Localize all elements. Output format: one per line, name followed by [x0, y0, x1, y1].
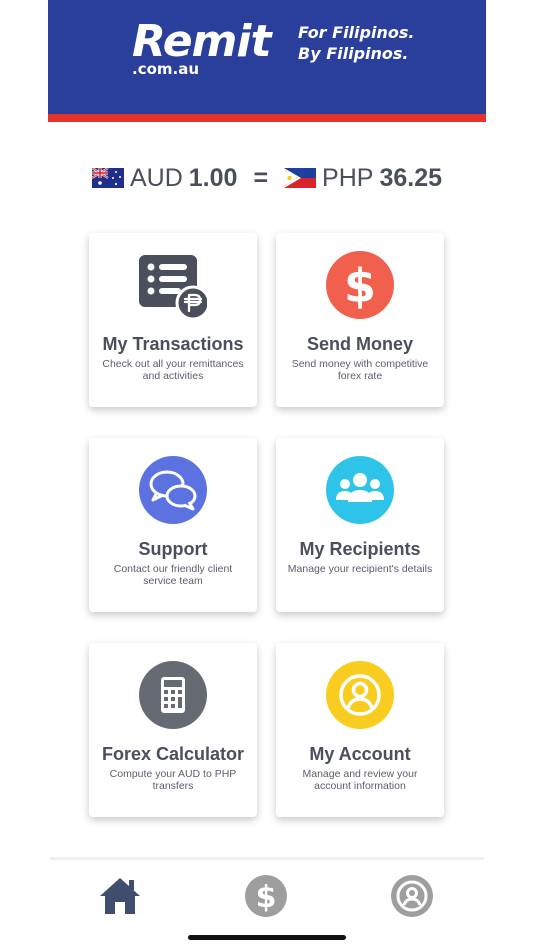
tagline: For Filipinos. By Filipinos. [298, 22, 414, 64]
tagline-line-2: By Filipinos. [298, 44, 409, 63]
tagline-line-1: For Filipinos. [298, 23, 415, 42]
svg-text:$: $ [256, 880, 277, 915]
logo[interactable]: Remit .com.au For Filipinos. By Filipino… [132, 18, 422, 82]
chat-bubbles-icon [139, 456, 207, 524]
card-title: My Account [309, 744, 411, 764]
calculator-icon [139, 661, 207, 729]
bottom-nav: $ [50, 857, 484, 927]
card-title: Support [138, 539, 208, 559]
dollar-icon: $ [326, 251, 394, 319]
home-icon[interactable] [98, 874, 142, 918]
card-title: Send Money [306, 334, 413, 354]
send-money-card[interactable]: $ Send Money Send money with competitive… [276, 233, 444, 407]
card-description: Contact our friendly client service team [113, 563, 233, 587]
australia-flag-icon [91, 168, 124, 188]
home-indicator[interactable] [188, 935, 346, 940]
to-currency: PHP [322, 163, 374, 192]
my-transactions-card[interactable]: My Transactions Check out all your remit… [89, 233, 257, 407]
app-header: Remit .com.au For Filipinos. By Filipino… [48, 0, 486, 122]
to-amount: 36.25 [379, 163, 443, 192]
group-icon [326, 456, 394, 524]
from-currency: AUD [129, 163, 183, 192]
transactions-list-icon [139, 255, 207, 319]
nav-dollar-icon[interactable]: $ [244, 874, 288, 918]
exchange-rate: AUD 1.00 = PHP 36.25 [0, 160, 534, 196]
card-title: My Recipients [299, 539, 421, 559]
card-description: Manage and review your account informati… [302, 768, 418, 792]
equals-sign: = [253, 163, 269, 192]
card-description: Manage your recipient's details [287, 563, 433, 575]
forex-calculator-card[interactable]: Forex Calculator Compute your AUD to PHP… [89, 643, 257, 817]
user-icon [326, 661, 394, 729]
card-description: Send money with competitive forex rate [291, 358, 429, 382]
logo-domain: .com.au [132, 60, 200, 78]
card-title: My Transactions [102, 334, 244, 354]
card-description: Compute your AUD to PHP transfers [109, 768, 237, 792]
from-amount: 1.00 [188, 163, 238, 192]
my-account-card[interactable]: My Account Manage and review your accoun… [276, 643, 444, 817]
svg-text:$: $ [344, 259, 376, 313]
philippines-flag-icon [284, 168, 317, 188]
nav-user-icon[interactable] [390, 874, 434, 918]
card-description: Check out all your remittances and activ… [102, 358, 244, 382]
my-recipients-card[interactable]: My Recipients Manage your recipient's de… [276, 438, 444, 612]
logo-text: Remit [132, 16, 271, 67]
support-card[interactable]: Support Contact our friendly client serv… [89, 438, 257, 612]
card-title: Forex Calculator [101, 744, 245, 764]
